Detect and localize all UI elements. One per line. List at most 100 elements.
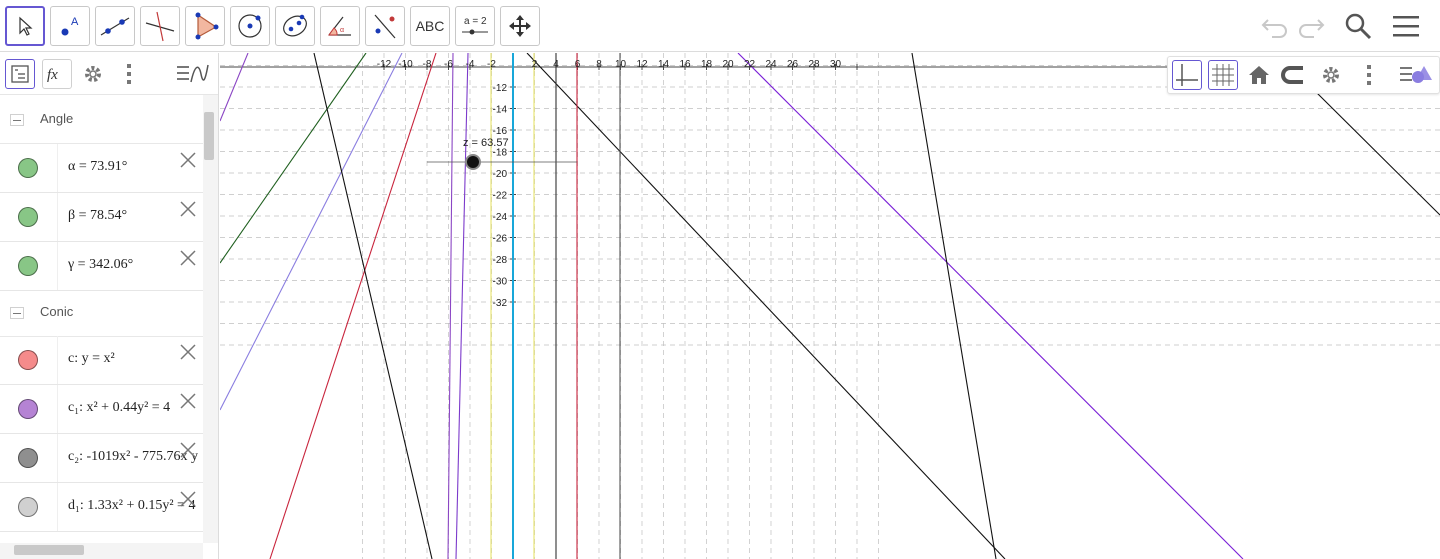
visibility-toggle[interactable] bbox=[18, 207, 38, 227]
y-tick-label: -30 bbox=[493, 277, 508, 288]
delete-icon[interactable] bbox=[180, 201, 196, 217]
algebra-expression[interactable]: β = 78.54° bbox=[68, 208, 127, 224]
line-through-points-icon bbox=[100, 17, 130, 36]
slider-tool-button[interactable]: a = 2 bbox=[455, 6, 495, 46]
algebra-more-button[interactable] bbox=[114, 59, 144, 89]
slider-handle[interactable] bbox=[465, 154, 481, 170]
collapse-icon[interactable] bbox=[10, 307, 24, 319]
delete-icon[interactable] bbox=[180, 491, 196, 507]
reflect-tool-button[interactable] bbox=[365, 6, 405, 46]
graph-object-line[interactable] bbox=[455, 53, 469, 559]
visibility-toggle[interactable] bbox=[18, 350, 38, 370]
delete-icon[interactable] bbox=[180, 393, 196, 409]
home-icon bbox=[1249, 66, 1269, 84]
algebra-expression[interactable]: α = 73.91° bbox=[68, 159, 127, 175]
graph-object-line[interactable] bbox=[220, 53, 367, 264]
algebra-expression[interactable]: d₁: 1.33x² + 0.15y² = 4 bbox=[68, 498, 195, 514]
perpendicular-icon bbox=[145, 11, 175, 42]
undo-button[interactable] bbox=[1258, 10, 1292, 42]
point-tool-button[interactable]: A bbox=[50, 6, 90, 46]
toggle-axes-button[interactable] bbox=[1172, 60, 1202, 90]
standard-view-button[interactable] bbox=[1244, 60, 1274, 90]
slider-label: z = 63.57 bbox=[463, 137, 509, 149]
horizontal-scroll-thumb[interactable] bbox=[14, 545, 84, 555]
text-tool-label: ABC bbox=[415, 18, 445, 34]
graph-object-line[interactable] bbox=[313, 53, 433, 559]
algebra-expression[interactable]: γ = 342.06° bbox=[68, 257, 133, 273]
redo-icon bbox=[1299, 19, 1325, 38]
algebra-item-gamma[interactable]: γ = 342.06° bbox=[0, 242, 203, 291]
algebra-settings-button[interactable] bbox=[78, 59, 108, 89]
visibility-toggle[interactable] bbox=[18, 158, 38, 178]
collapse-icon[interactable] bbox=[10, 114, 24, 126]
graphics-more-button[interactable] bbox=[1354, 60, 1384, 90]
x-tick-label: -8 bbox=[423, 59, 432, 70]
algebra-item-alpha[interactable]: α = 73.91° bbox=[0, 144, 203, 193]
algebra-header: fx bbox=[0, 53, 218, 95]
graph-object-line[interactable] bbox=[220, 53, 403, 411]
graph-object-line[interactable] bbox=[911, 53, 997, 559]
graph-object-line[interactable] bbox=[269, 53, 437, 559]
redo-button[interactable] bbox=[1294, 10, 1328, 42]
graphics-canvas[interactable]: -12 -10 -8 -6 -4 -2 2 4 6 8 10 12 14 16 18 20 22 24 26 28 30… bbox=[220, 53, 1440, 559]
algebra-item-d1[interactable]: d₁: 1.33x² + 0.15y² = 4 bbox=[0, 483, 203, 532]
algebra-expression[interactable]: c₁: x² + 0.44y² = 4 bbox=[68, 400, 170, 416]
algebra-item-c[interactable]: c: y = x² bbox=[0, 336, 203, 385]
algebra-expression[interactable]: c: y = x² bbox=[68, 351, 115, 367]
visibility-toggle[interactable] bbox=[18, 448, 38, 468]
toggle-grid-button[interactable] bbox=[1208, 60, 1238, 90]
delete-icon[interactable] bbox=[180, 152, 196, 168]
text-tool-button[interactable]: ABC bbox=[410, 6, 450, 46]
settings-icon bbox=[85, 66, 101, 82]
main-menu-button[interactable] bbox=[1389, 10, 1423, 42]
ellipse-tool-button[interactable] bbox=[275, 6, 315, 46]
construction-objects[interactable] bbox=[220, 53, 1440, 559]
vertical-scrollbar[interactable] bbox=[203, 95, 218, 543]
visibility-toggle[interactable] bbox=[18, 399, 38, 419]
input-help-button[interactable]: fx bbox=[42, 59, 72, 89]
x-tick-label: 16 bbox=[679, 59, 691, 70]
group-header-conic[interactable]: Conic bbox=[0, 289, 203, 337]
snap-magnet-icon bbox=[1281, 66, 1303, 84]
group-label: Conic bbox=[40, 304, 74, 319]
x-tick-label: -10 bbox=[398, 59, 413, 70]
x-axis-tick-labels: -12 -10 -8 -6 -4 -2 2 4 6 8 10 12 14 16 18 20 22 24 26 28 30 bbox=[377, 59, 842, 70]
graphics-style-icon bbox=[1400, 66, 1432, 83]
polygon-tool-button[interactable] bbox=[185, 6, 225, 46]
y-tick-label: -28 bbox=[493, 255, 508, 266]
y-axis-tick-labels: -12 -14 -16 -18 -20 -22 -24 -26 -28 -30 -32 bbox=[493, 83, 508, 309]
graphics-view[interactable]: -12 -10 -8 -6 -4 -2 2 4 6 8 10 12 14 16 18 20 22 24 26 28 30… bbox=[220, 53, 1440, 559]
y-tick-label: -16 bbox=[493, 126, 508, 137]
graph-object-line[interactable] bbox=[1316, 92, 1440, 216]
y-tick-label: -24 bbox=[493, 212, 508, 223]
y-tick-label: -26 bbox=[493, 234, 508, 245]
algebra-item-beta[interactable]: β = 78.54° bbox=[0, 193, 203, 242]
algebra-view-button[interactable] bbox=[5, 59, 35, 89]
x-tick-label: -2 bbox=[487, 59, 496, 70]
algebra-expression[interactable]: c₂: -1019x² - 775.76x y bbox=[68, 449, 198, 465]
visibility-toggle[interactable] bbox=[18, 256, 38, 276]
graphics-style-button[interactable] bbox=[1396, 60, 1436, 90]
x-tick-label: 10 bbox=[615, 59, 627, 70]
move-tool-button[interactable] bbox=[5, 6, 45, 46]
perpendicular-line-tool-button[interactable] bbox=[140, 6, 180, 46]
input-fx-icon: fx bbox=[47, 67, 58, 83]
vertical-scroll-thumb[interactable] bbox=[204, 112, 214, 160]
x-tick-label: 6 bbox=[575, 59, 581, 70]
line-tool-button[interactable] bbox=[95, 6, 135, 46]
algebra-item-c2[interactable]: c₂: -1019x² - 775.76x y bbox=[0, 434, 203, 483]
move-graphics-view-tool-button[interactable] bbox=[500, 6, 540, 46]
angle-tool-button[interactable]: α bbox=[320, 6, 360, 46]
algebra-style-button[interactable] bbox=[174, 59, 210, 89]
delete-icon[interactable] bbox=[180, 344, 196, 360]
search-button[interactable] bbox=[1341, 10, 1375, 42]
graphics-settings-button[interactable] bbox=[1316, 60, 1346, 90]
group-header-angle[interactable]: Angle bbox=[0, 96, 203, 144]
delete-icon[interactable] bbox=[180, 442, 196, 458]
algebra-item-c1[interactable]: c₁: x² + 0.44y² = 4 bbox=[0, 385, 203, 434]
x-tick-label: 8 bbox=[596, 59, 602, 70]
circle-tool-button[interactable] bbox=[230, 6, 270, 46]
delete-icon[interactable] bbox=[180, 250, 196, 266]
point-capturing-button[interactable] bbox=[1280, 60, 1310, 90]
visibility-toggle[interactable] bbox=[18, 497, 38, 517]
